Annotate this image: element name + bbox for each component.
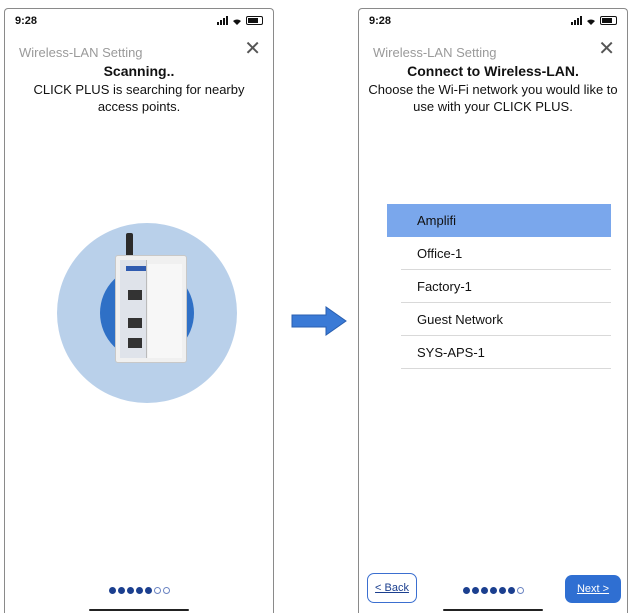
page-dot bbox=[144, 587, 152, 594]
page-dot bbox=[117, 587, 125, 594]
battery-icon bbox=[600, 16, 617, 25]
page-dot bbox=[108, 587, 116, 594]
page-dot bbox=[516, 587, 524, 594]
status-time: 9:28 bbox=[369, 15, 392, 27]
page-dot bbox=[135, 587, 143, 594]
page-dot bbox=[162, 587, 170, 594]
page-title: Scanning.. bbox=[103, 63, 175, 79]
battery-icon bbox=[246, 16, 263, 25]
header-title: Wireless-LAN Setting bbox=[373, 45, 497, 60]
network-item[interactable]: Factory-1 bbox=[387, 270, 611, 303]
page-indicator bbox=[5, 585, 273, 597]
wifi-icon bbox=[587, 19, 595, 25]
page-dot bbox=[498, 587, 506, 594]
page-description: CLICK PLUS is searching for nearby acces… bbox=[33, 82, 245, 114]
home-indicator bbox=[443, 609, 543, 611]
cellular-signal-icon bbox=[217, 16, 228, 25]
page-dot bbox=[153, 587, 161, 594]
page-dot bbox=[462, 587, 470, 594]
close-icon[interactable]: ✕ bbox=[598, 39, 615, 59]
network-item[interactable]: Amplifi bbox=[387, 204, 611, 237]
wifi-icon bbox=[233, 19, 241, 25]
status-icons bbox=[217, 16, 263, 25]
status-time: 9:28 bbox=[15, 15, 38, 27]
page-dot bbox=[507, 587, 515, 594]
cellular-signal-icon bbox=[571, 16, 582, 25]
right-arrow-icon bbox=[291, 306, 347, 336]
home-indicator bbox=[89, 609, 189, 611]
page-dot bbox=[471, 587, 479, 594]
status-icons bbox=[571, 16, 617, 25]
network-item[interactable]: SYS-APS-1 bbox=[387, 336, 611, 369]
plc-device-image bbox=[115, 255, 187, 363]
network-item[interactable]: Office-1 bbox=[387, 237, 611, 270]
page-dot bbox=[489, 587, 497, 594]
page-description: Choose the Wi-Fi network you would like … bbox=[368, 82, 618, 114]
next-button[interactable]: Next > bbox=[565, 575, 621, 603]
close-icon[interactable]: ✕ bbox=[244, 39, 261, 59]
header-title: Wireless-LAN Setting bbox=[19, 45, 143, 60]
status-bar: 9:28 bbox=[369, 15, 617, 31]
connect-screen: 9:28 Wireless-LAN Setting ✕ Connect to W… bbox=[358, 8, 628, 613]
network-item[interactable]: Guest Network bbox=[387, 303, 611, 336]
page-dot bbox=[126, 587, 134, 594]
scanning-screen: 9:28 Wireless-LAN Setting ✕ Scanning.. C… bbox=[4, 8, 274, 613]
page-title: Connect to Wireless-LAN. bbox=[407, 63, 579, 79]
page-dot bbox=[480, 587, 488, 594]
network-list: Amplifi Office-1 Factory-1 Guest Network… bbox=[387, 204, 611, 369]
status-bar: 9:28 bbox=[15, 15, 263, 31]
